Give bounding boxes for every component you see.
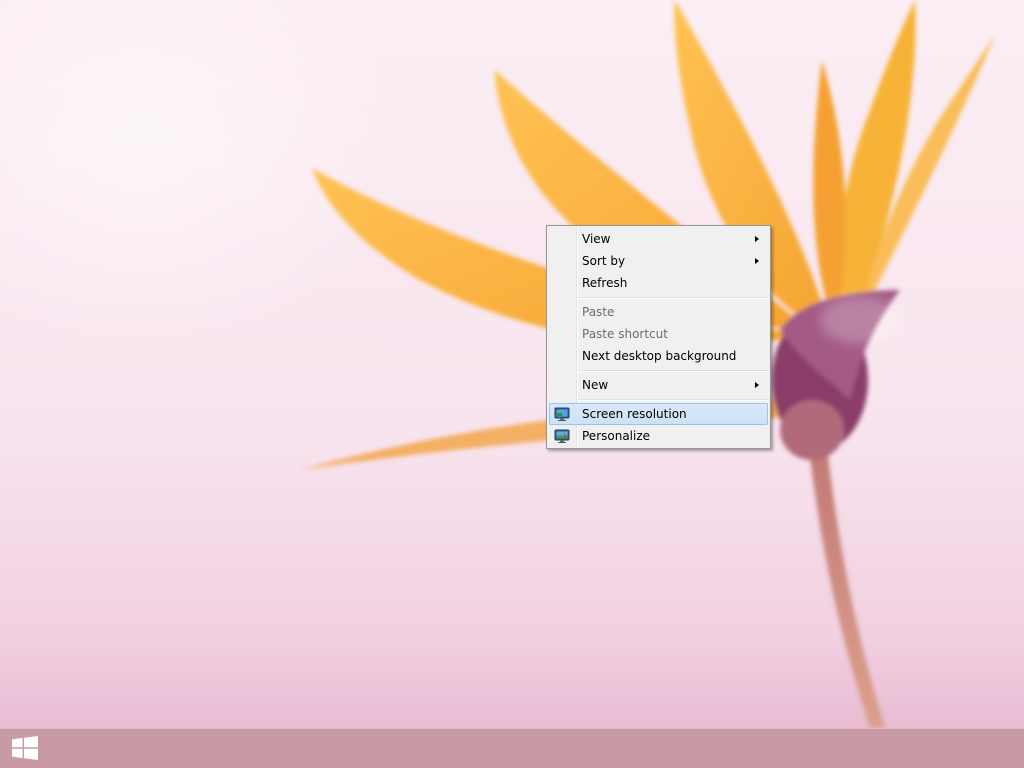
start-button[interactable] xyxy=(0,729,50,768)
menu-item-paste[interactable]: Paste xyxy=(549,301,768,323)
menu-item-screen-resolution[interactable]: Screen resolution xyxy=(549,403,768,425)
menu-item-label: View xyxy=(582,232,611,246)
taskbar xyxy=(0,728,1024,768)
menu-item-refresh[interactable]: Refresh xyxy=(549,272,768,294)
menu-item-view[interactable]: View xyxy=(549,228,768,250)
desktop-context-menu: View Sort by Refresh Paste Paste shortcu… xyxy=(546,225,771,449)
menu-separator xyxy=(578,399,768,401)
desktop[interactable]: View Sort by Refresh Paste Paste shortcu… xyxy=(0,0,1024,728)
menu-item-label: Screen resolution xyxy=(582,407,687,421)
menu-item-paste-shortcut[interactable]: Paste shortcut xyxy=(549,323,768,345)
menu-separator xyxy=(578,297,768,299)
menu-item-label: Refresh xyxy=(582,276,628,290)
menu-item-label: Next desktop background xyxy=(582,349,737,363)
personalize-icon xyxy=(554,429,570,443)
menu-item-label: Paste shortcut xyxy=(582,327,668,341)
menu-item-sort-by[interactable]: Sort by xyxy=(549,250,768,272)
submenu-arrow-icon xyxy=(755,258,759,264)
windows-logo-icon xyxy=(12,736,38,760)
wallpaper-flower-image xyxy=(300,0,995,728)
menu-item-label: Paste xyxy=(582,305,615,319)
submenu-arrow-icon xyxy=(755,382,759,388)
menu-item-label: Personalize xyxy=(582,429,651,443)
menu-item-personalize[interactable]: Personalize xyxy=(549,425,768,447)
menu-separator xyxy=(578,370,768,372)
menu-item-label: Sort by xyxy=(582,254,626,268)
menu-item-new[interactable]: New xyxy=(549,374,768,396)
menu-item-next-desktop-background[interactable]: Next desktop background xyxy=(549,345,768,367)
screen-resolution-icon xyxy=(554,407,570,421)
menu-item-label: New xyxy=(582,378,609,392)
submenu-arrow-icon xyxy=(755,236,759,242)
